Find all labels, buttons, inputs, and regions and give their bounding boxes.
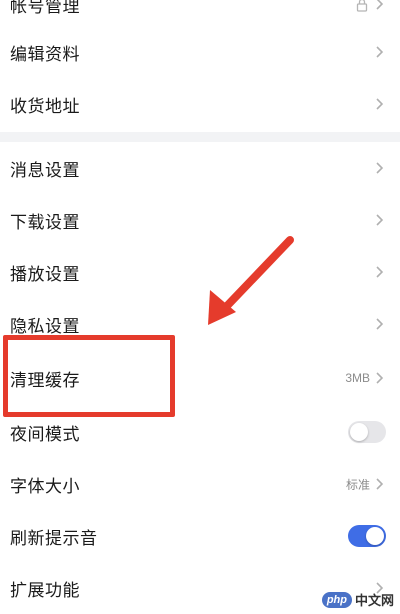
settings-item-label: 刷新提示音 (10, 528, 98, 549)
settings-item-edit-profile[interactable]: 编辑资料 (0, 26, 400, 78)
settings-item-label: 夜间模式 (10, 424, 80, 445)
settings-item-label: 收货地址 (10, 96, 80, 117)
refresh-sound-toggle[interactable] (348, 525, 386, 547)
chevron-right-icon (374, 212, 386, 228)
settings-item-font-size[interactable]: 字体大小 标准 (0, 458, 400, 510)
toggle-knob (366, 527, 384, 545)
settings-item-playback[interactable]: 播放设置 (0, 246, 400, 298)
watermark-text: 中文网 (354, 594, 394, 609)
section-divider (0, 132, 400, 142)
settings-item-label: 编辑资料 (10, 44, 80, 65)
settings-item-night-mode[interactable]: 夜间模式 (0, 406, 400, 458)
settings-item-label: 下载设置 (10, 212, 80, 233)
settings-item-refresh-sound[interactable]: 刷新提示音 (0, 510, 400, 562)
chevron-right-icon (374, 96, 386, 112)
font-size-value: 标准 (345, 477, 370, 492)
cache-size-value: 3MB (345, 371, 370, 385)
settings-item-clear-cache[interactable]: 清理缓存 3MB (0, 352, 400, 404)
chevron-right-icon (374, 476, 386, 492)
settings-item-download[interactable]: 下载设置 (0, 194, 400, 246)
settings-item-label: 清理缓存 (10, 370, 80, 391)
lock-icon (356, 0, 368, 12)
settings-item-label: 帐号管理 (10, 0, 80, 17)
chevron-right-icon (374, 0, 386, 12)
watermark-logo: php 中文网 (321, 590, 394, 609)
night-mode-toggle[interactable] (348, 421, 386, 443)
settings-item-address[interactable]: 收货地址 (0, 78, 400, 130)
chevron-right-icon (374, 44, 386, 60)
settings-item-label: 字体大小 (10, 476, 80, 497)
settings-item-notifications[interactable]: 消息设置 (0, 142, 400, 194)
settings-item-label: 隐私设置 (10, 316, 80, 337)
settings-item-label: 消息设置 (10, 160, 80, 181)
settings-item-privacy[interactable]: 隐私设置 (0, 298, 400, 350)
toggle-knob (350, 423, 368, 441)
chevron-right-icon (374, 370, 386, 386)
chevron-right-icon (374, 160, 386, 176)
settings-item-label: 播放设置 (10, 264, 80, 285)
watermark-badge: php (321, 591, 352, 608)
chevron-right-icon (374, 316, 386, 332)
chevron-right-icon (374, 264, 386, 280)
settings-item-label: 扩展功能 (10, 580, 80, 601)
